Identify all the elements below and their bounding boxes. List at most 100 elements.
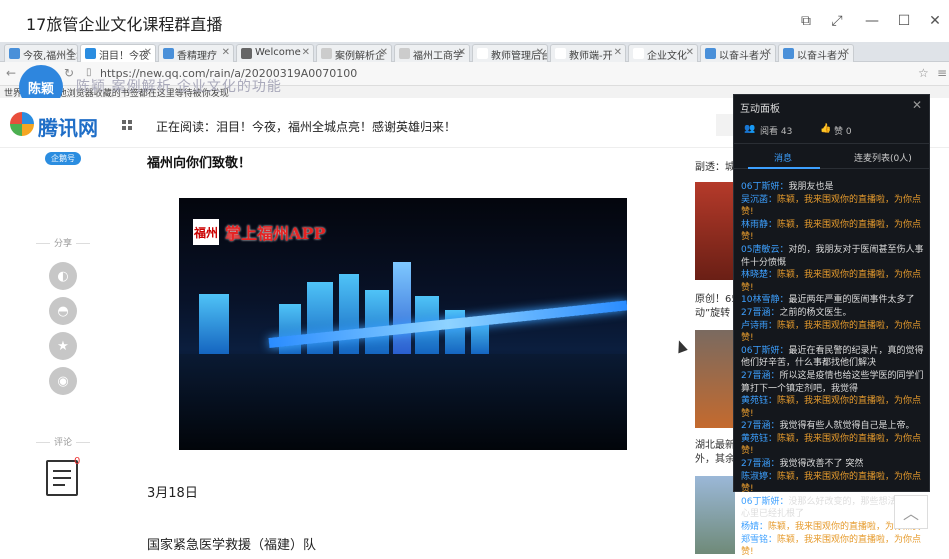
chat-text: 最近两年严重的医闹事件太多了	[788, 295, 915, 306]
divider	[76, 442, 90, 443]
chat-sender: 27晋涵：	[741, 307, 780, 318]
sidebar-text[interactable]: 原创！65	[695, 290, 738, 305]
chat-message: 27晋涵：之前的杨文医生。	[741, 307, 927, 320]
browser-tab[interactable]: 案例解析企 ✕	[316, 44, 392, 62]
qq-share-icon[interactable]: ◓	[49, 297, 77, 325]
active-tab-underline	[748, 167, 820, 169]
chat-message: 黄苑钰：陈颖，我来围观你的直播啦，为你点赞!	[741, 395, 927, 420]
browser-tab[interactable]: 教师端-开 ✕	[550, 44, 626, 62]
chat-message: 06丁斯妍：我朋友也是	[741, 181, 927, 194]
chat-sender: 吴沉菡：	[741, 194, 778, 205]
back-icon[interactable]: ←	[6, 66, 16, 80]
tab-messages[interactable]: 消息	[774, 151, 792, 164]
chat-message: 陈淑婷：陈颖，我来围观你的直播啦，为你点赞!	[741, 471, 927, 496]
chat-message: 06丁斯妍：最近在看民警的纪录片，真的觉得他们好辛苦，什么事都找他们解决	[741, 345, 927, 370]
tab-close-icon[interactable]: ✕	[842, 47, 850, 58]
browser-tab-active[interactable]: 泪目！今夜 ✕	[80, 44, 156, 62]
panel-close-icon[interactable]: ✕	[912, 98, 922, 112]
viewers-icon: 👥	[744, 124, 756, 134]
comment-count: 0	[74, 456, 81, 467]
chat-sender: 卢诗雨：	[741, 320, 778, 331]
chat-text: 我朋友也是	[788, 182, 834, 192]
menu-icon[interactable]: ≡	[937, 66, 947, 80]
chat-message: 黄苑钰：陈颖，我来围观你的直播啦，为你点赞!	[741, 433, 927, 458]
chat-message: 10林雪静：最近两年严重的医闹事件太多了	[741, 294, 927, 307]
browser-tab[interactable]: 以奋斗者为 ✕	[778, 44, 854, 62]
tab-close-icon[interactable]: ✕	[144, 47, 152, 58]
sidebar-text[interactable]: 外，其余	[695, 450, 735, 465]
star-icon[interactable]: ☆	[918, 66, 929, 80]
window-titlebar: 17旅管企业文化课程群直播 ⧉ ⤢ — ☐ ✕	[0, 0, 949, 42]
browser-tab[interactable]: 福州工商学 ✕	[394, 44, 470, 62]
scroll-to-top-button[interactable]: ︿	[894, 495, 928, 529]
sidebar-thumb[interactable]	[695, 182, 735, 280]
chat-sender: 06丁斯妍：	[741, 182, 789, 192]
tab-favicon-icon	[321, 48, 332, 59]
site-logo[interactable]: 腾讯网	[10, 110, 130, 140]
article-photo: 福州 掌上福州APP	[179, 198, 627, 450]
browser-tab-strip: 今夜,福州全城点亮✕ 泪目！今夜✕ 香精理疗✕ Welcome✕ 案例解析企✕ …	[0, 42, 949, 62]
qzone-share-icon[interactable]: ★	[49, 332, 77, 360]
chat-message: 郑雪铭：陈颖，我来围观你的直播啦，为你点赞!	[741, 534, 927, 559]
pin-icon[interactable]: ⧉	[795, 10, 817, 32]
channel-badge[interactable]: 企鹅号	[45, 152, 81, 165]
chat-sender: 黄苑钰：	[741, 433, 778, 444]
tab-close-icon[interactable]: ✕	[380, 47, 388, 58]
tab-close-icon[interactable]: ✕	[764, 47, 772, 58]
related-sidebar: 副透：城 原创！65 动”旋转 湖北最新 外，其余	[695, 148, 738, 554]
tab-favicon-icon	[633, 48, 644, 59]
chat-text: 我觉得有些人就觉得自己是上帝。	[779, 421, 915, 432]
article-heading: 福州向你们致敬！	[147, 156, 252, 171]
now-reading-label: 正在阅读：泪目！今夜，福州全城点亮！感谢英雄归来！	[156, 120, 457, 134]
sidebar-text[interactable]: 副透：城	[695, 158, 735, 173]
reload-icon[interactable]: ↻	[64, 66, 74, 80]
tab-close-icon[interactable]: ✕	[458, 47, 466, 58]
chat-sender: 05唐敏云：	[741, 244, 789, 255]
tab-close-icon[interactable]: ✕	[686, 47, 694, 58]
viewers-count: 阅看 43	[760, 127, 793, 137]
minimize-button[interactable]: —	[861, 10, 883, 32]
tab-close-icon[interactable]: ✕	[614, 47, 622, 58]
close-button[interactable]: ✕	[924, 10, 946, 32]
divider	[76, 243, 90, 244]
tab-favicon-icon	[399, 48, 410, 59]
weibo-share-icon[interactable]: ◉	[49, 367, 77, 395]
interaction-panel: 互动面板 ✕ 👥 阅看 43 👍 赞 0 消息 连麦列表(0人) 06丁斯妍：我…	[733, 94, 930, 557]
like-icon[interactable]: 👍	[820, 124, 831, 134]
article-paragraph: 国家紧急医学救援（福建）队	[147, 538, 317, 553]
tab-close-icon[interactable]: ✕	[536, 47, 544, 58]
tab-favicon-icon	[163, 48, 174, 59]
sidebar-thumb[interactable]	[695, 476, 735, 554]
chat-message: 27晋涵：我觉得改善不了 突然	[741, 458, 927, 471]
tab-close-icon[interactable]: ✕	[66, 47, 74, 58]
tab-favicon-icon	[783, 48, 794, 59]
photo-watermark: 福州 掌上福州APP	[193, 218, 325, 246]
chat-message: 27晋涵：所以这是疫情也给这些学医的同学们算打下一个镇定剂吧，我觉得	[741, 370, 927, 395]
chat-sender: 林晓楚：	[741, 270, 778, 281]
wechat-share-icon[interactable]: ◐	[49, 262, 77, 290]
browser-tab[interactable]: Welcome ✕	[236, 44, 314, 62]
divider	[36, 243, 50, 244]
grid-menu-icon[interactable]	[122, 120, 132, 130]
chat-sender: 黄苑钰：	[741, 396, 778, 407]
browser-tab[interactable]: 以奋斗者为 ✕	[700, 44, 776, 62]
chat-sender: 27晋涵：	[741, 370, 780, 381]
maximize-button[interactable]: ☐	[893, 10, 915, 32]
tab-close-icon[interactable]: ✕	[222, 47, 230, 58]
chat-message: 卢诗雨：陈颖，我来围观你的直播啦，为你点赞!	[741, 320, 927, 345]
chat-sender: 06丁斯妍：	[741, 345, 789, 356]
chat-text: 之前的杨文医生。	[779, 307, 852, 318]
chat-message: 林晓楚：陈颖，我来围观你的直播啦，为你点赞!	[741, 269, 927, 294]
browser-tab[interactable]: 香精理疗 ✕	[158, 44, 234, 62]
tab-close-icon[interactable]: ✕	[302, 47, 310, 58]
fullscreen-icon[interactable]: ⤢	[826, 10, 848, 32]
browser-tab[interactable]: 教师管理后台 ✕	[472, 44, 548, 62]
sidebar-text[interactable]: 动”旋转	[695, 304, 730, 319]
tab-mic-list[interactable]: 连麦列表(0人)	[854, 151, 912, 164]
window-title: 17旅管企业文化课程群直播	[26, 15, 223, 34]
divider	[36, 442, 50, 443]
sidebar-text[interactable]: 湖北最新	[695, 436, 735, 451]
browser-tab[interactable]: 企业文化 ✕	[628, 44, 698, 62]
sidebar-thumb[interactable]	[695, 330, 735, 428]
browser-tab[interactable]: 今夜,福州全城点亮✕	[4, 44, 78, 62]
